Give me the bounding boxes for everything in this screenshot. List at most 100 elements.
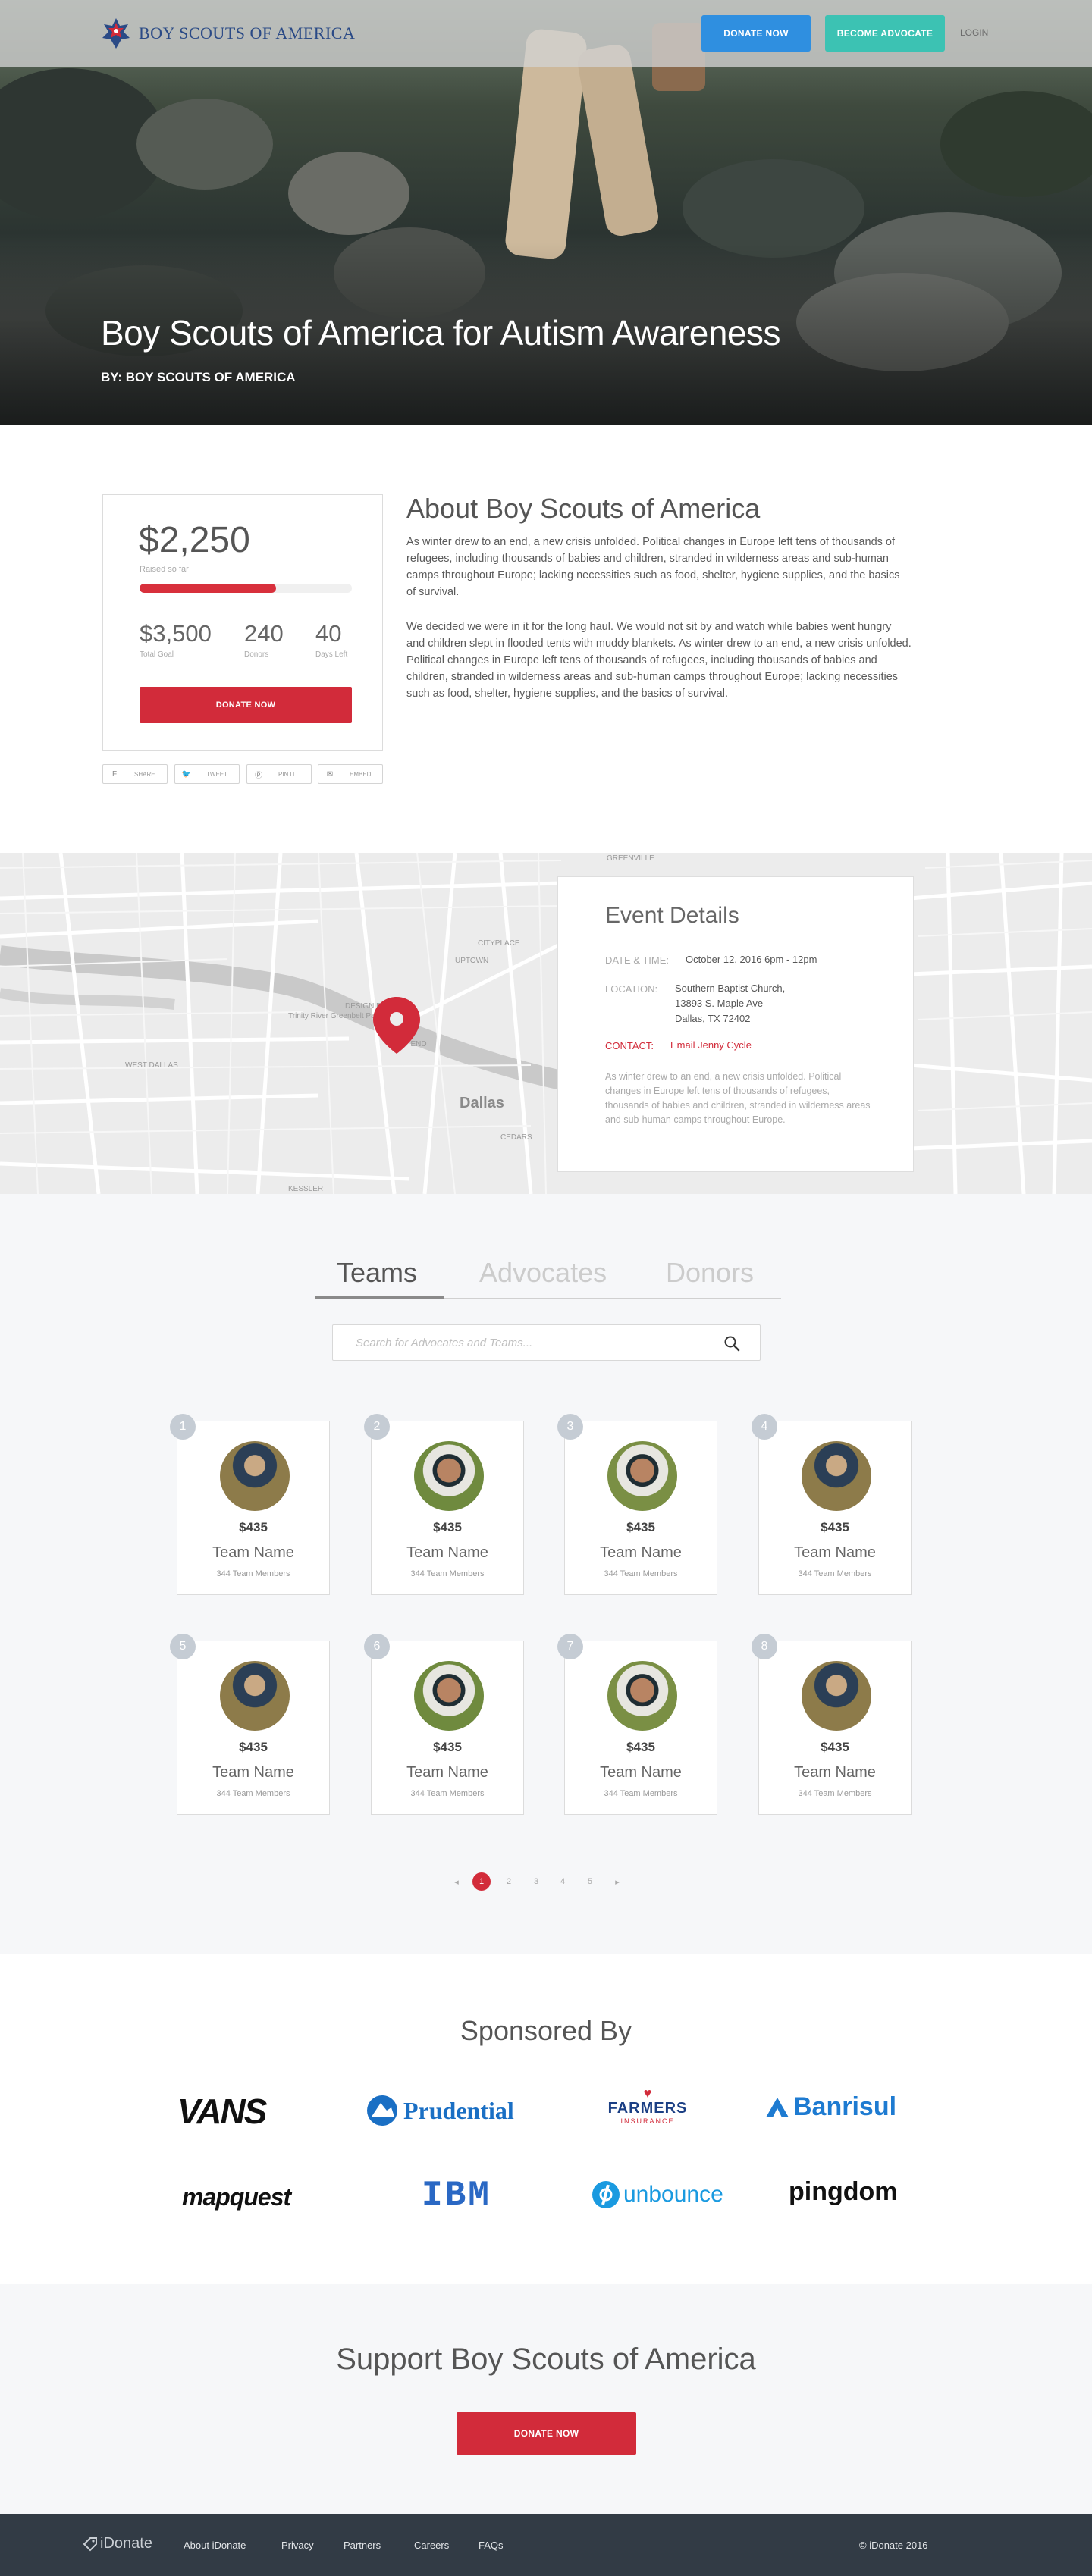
pagination-page[interactable]: 5 [581,1872,599,1891]
share-label: SHARE [134,770,155,778]
sponsor-mapquest-logo[interactable]: mapquest [182,2183,291,2211]
footer-logo[interactable]: iDonate [82,2535,152,2552]
sponsor-unbounce-logo[interactable]: unbounce [592,2180,723,2209]
event-map[interactable]: WEST END UPTOWN CITYPLACE DESIGN DISTRIC… [0,853,1092,1194]
pagination-page[interactable]: 2 [500,1872,518,1891]
team-name: Team Name [600,1544,682,1561]
amount-raised-label: Raised so far [140,565,189,574]
banrisul-icon [766,2097,789,2117]
footer-brand: iDonate [100,2535,152,2552]
team-card[interactable]: 7 $435 Team Name 344 Team Members [557,1634,717,1815]
banrisul-wordmark: Banrisul [793,2092,897,2121]
contact-label: CONTACT: [605,1040,654,1051]
about-heading: About Boy Scouts of America [406,493,761,524]
embed-button[interactable]: ✉ EMBED [318,764,383,784]
sponsor-pingdom-logo[interactable]: pingdom [789,2177,898,2207]
event-details-card: Event Details DATE & TIME: October 12, 2… [557,876,914,1172]
pagination-page[interactable]: 4 [554,1872,572,1891]
support-heading: Support Boy Scouts of America [336,2343,756,2376]
team-members: 344 Team Members [410,1789,485,1798]
campaign-byline: BY: BOY SCOUTS OF AMERICA [101,370,296,384]
farmers-wordmark: FARMERS [607,2100,688,2117]
twitter-icon: 🐦 [181,769,192,779]
card-donate-now-button[interactable]: DONATE NOW [140,687,352,723]
share-twitter-button[interactable]: 🐦 TWEET [174,764,240,784]
support-donate-now-button[interactable]: DONATE NOW [457,2412,636,2455]
farmers-heart-icon: ♥ [643,2086,652,2101]
pagination-prev[interactable]: ◂ [447,1872,466,1891]
pagination-page[interactable]: 1 [472,1872,491,1891]
event-location-line-3: Dallas, TX 72402 [675,1013,751,1024]
prudential-wordmark: Prudential [403,2096,514,2124]
sponsor-vans-logo[interactable]: VANS [177,2091,267,2132]
days-left-label: Days Left [315,650,348,659]
tab-advocates[interactable]: Advocates [479,1257,607,1289]
map-label-greenville: GREENVILLE [607,854,654,863]
team-name: Team Name [212,1764,294,1781]
footer-link-careers[interactable]: Careers [414,2540,449,2551]
team-card[interactable]: 4 $435 Team Name 344 Team Members [752,1414,912,1595]
team-card[interactable]: 3 $435 Team Name 344 Team Members [557,1414,717,1595]
event-date: October 12, 2016 6pm - 12pm [686,954,817,965]
donate-now-button[interactable]: DONATE NOW [701,15,811,52]
footer-link-privacy[interactable]: Privacy [281,2540,314,2551]
teams-section [0,1194,1092,1954]
search-input[interactable]: Search for Advocates and Teams... [332,1324,761,1361]
pagination-next[interactable]: ▸ [608,1872,626,1891]
facebook-icon: f [111,769,118,779]
team-rank-badge: 5 [170,1634,196,1659]
event-location-line-2: 13893 S. Maple Ave [675,998,764,1009]
event-description: As winter drew to an end, a new crisis u… [605,1071,871,1125]
tab-donors[interactable]: Donors [666,1257,754,1289]
unbounce-wordmark: unbounce [623,2182,723,2207]
search-placeholder: Search for Advocates and Teams... [356,1337,533,1349]
team-name: Team Name [406,1764,488,1781]
sponsor-ibm-logo[interactable]: IBM [422,2176,491,2215]
team-card[interactable]: 8 $435 Team Name 344 Team Members [752,1634,912,1815]
pin-label: PIN IT [278,770,296,778]
brand-logo[interactable]: BOY SCOUTS OF AMERICA [101,17,355,50]
sponsor-prudential-logo[interactable]: Prudential [366,2094,514,2127]
team-members: 344 Team Members [798,1789,872,1798]
team-name: Team Name [794,1764,876,1781]
map-label-trinity-park: Trinity River Greenbelt Park [288,1012,382,1020]
contact-email-link[interactable]: Email Jenny Cycle [670,1038,752,1053]
team-card[interactable]: 1 $435 Team Name 344 Team Members [170,1414,330,1595]
footer-link-about[interactable]: About iDonate [184,2540,246,2551]
team-card[interactable]: 6 $435 Team Name 344 Team Members [364,1634,524,1815]
team-amount: $435 [626,1740,655,1754]
team-amount: $435 [239,1520,268,1534]
tab-teams[interactable]: Teams [337,1257,417,1289]
team-members: 344 Team Members [216,1569,290,1578]
days-left-value: 40 [315,620,342,647]
team-rank-badge: 4 [752,1414,777,1440]
tweet-label: TWEET [206,770,228,778]
footer-link-partners[interactable]: Partners [344,2540,381,2551]
team-members: 344 Team Members [604,1569,678,1578]
footer-link-faqs[interactable]: FAQs [479,2540,504,2551]
share-pinterest-button[interactable]: ⓟ PIN IT [246,764,312,784]
pinterest-icon: ⓟ [255,771,262,780]
pagination-page[interactable]: 3 [527,1872,545,1891]
goal-stat: $3,500 Total Goal [140,620,212,659]
login-link[interactable]: LOGIN [960,27,988,38]
prudential-rock-icon [367,2095,397,2126]
embed-label: EMBED [350,770,372,778]
team-card[interactable]: 2 $435 Team Name 344 Team Members [364,1414,524,1595]
become-advocate-button[interactable]: BECOME ADVOCATE [825,15,945,52]
footer: iDonate About iDonate Privacy Partners C… [0,2514,1092,2576]
sponsor-banrisul-logo[interactable]: Banrisul [764,2092,896,2122]
days-left-stat: 40 Days Left [315,620,347,659]
team-avatar [414,1441,484,1511]
team-members: 344 Team Members [410,1569,485,1578]
donors-label: Donors [244,650,269,659]
location-label: LOCATION: [605,983,658,995]
team-name: Team Name [794,1544,876,1561]
team-rank-badge: 6 [364,1634,390,1659]
team-avatar [802,1441,871,1511]
search-icon[interactable] [723,1334,741,1352]
sponsor-farmers-logo[interactable]: ♥ FARMERS INSURANCE [601,2086,695,2125]
team-card[interactable]: 5 $435 Team Name 344 Team Members [170,1634,330,1815]
footer-copyright: © iDonate 2016 [859,2540,928,2551]
share-facebook-button[interactable]: f SHARE [102,764,168,784]
